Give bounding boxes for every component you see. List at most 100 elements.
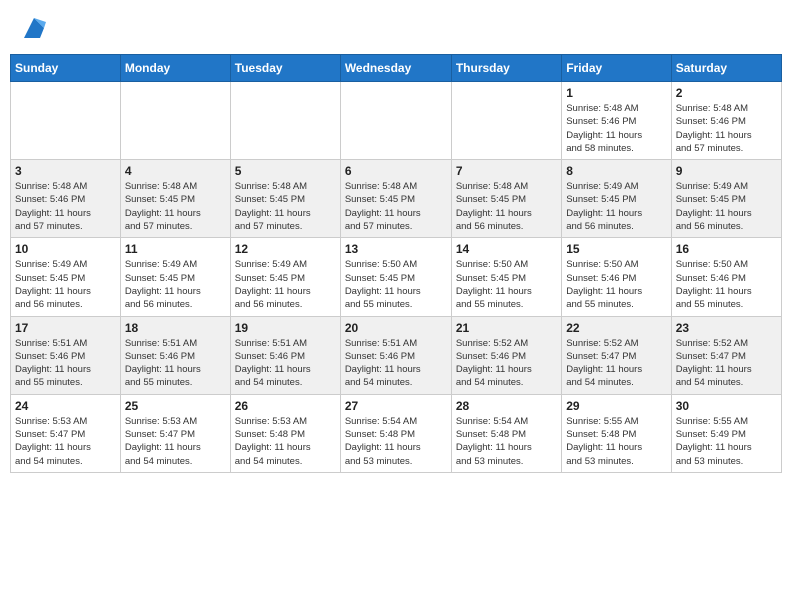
weekday-header-monday: Monday (120, 55, 230, 82)
day-number: 19 (235, 321, 336, 335)
day-info: Sunrise: 5:49 AM Sunset: 5:45 PM Dayligh… (15, 258, 116, 311)
calendar-cell (120, 82, 230, 160)
day-info: Sunrise: 5:52 AM Sunset: 5:46 PM Dayligh… (456, 337, 557, 390)
calendar-cell: 10 Sunrise: 5:49 AM Sunset: 5:45 PM Dayli… (11, 238, 121, 316)
calendar-cell: 25 Sunrise: 5:53 AM Sunset: 5:47 PM Dayli… (120, 394, 230, 472)
calendar-cell: 30 Sunrise: 5:55 AM Sunset: 5:49 PM Dayli… (671, 394, 781, 472)
weekday-header-row: SundayMondayTuesdayWednesdayThursdayFrid… (11, 55, 782, 82)
weekday-header-thursday: Thursday (451, 55, 561, 82)
day-info: Sunrise: 5:48 AM Sunset: 5:45 PM Dayligh… (456, 180, 557, 233)
day-number: 20 (345, 321, 447, 335)
day-number: 8 (566, 164, 666, 178)
weekday-header-friday: Friday (562, 55, 671, 82)
calendar-cell: 8 Sunrise: 5:49 AM Sunset: 5:45 PM Daylig… (562, 160, 671, 238)
calendar-cell: 17 Sunrise: 5:51 AM Sunset: 5:46 PM Dayli… (11, 316, 121, 394)
day-info: Sunrise: 5:50 AM Sunset: 5:46 PM Dayligh… (676, 258, 777, 311)
day-number: 28 (456, 399, 557, 413)
calendar-cell (11, 82, 121, 160)
page-header (10, 10, 782, 46)
day-info: Sunrise: 5:48 AM Sunset: 5:46 PM Dayligh… (676, 102, 777, 155)
day-number: 27 (345, 399, 447, 413)
day-info: Sunrise: 5:48 AM Sunset: 5:46 PM Dayligh… (566, 102, 666, 155)
day-info: Sunrise: 5:49 AM Sunset: 5:45 PM Dayligh… (566, 180, 666, 233)
calendar-cell: 29 Sunrise: 5:55 AM Sunset: 5:48 PM Dayli… (562, 394, 671, 472)
day-number: 2 (676, 86, 777, 100)
calendar-cell: 11Sunrise: 5:49 AM Sunset: 5:45 PM Dayli… (120, 238, 230, 316)
day-number: 5 (235, 164, 336, 178)
logo (18, 14, 48, 42)
calendar-week-row: 10 Sunrise: 5:49 AM Sunset: 5:45 PM Dayli… (11, 238, 782, 316)
calendar-week-row: 1 Sunrise: 5:48 AM Sunset: 5:46 PM Daylig… (11, 82, 782, 160)
day-info: Sunrise: 5:48 AM Sunset: 5:45 PM Dayligh… (125, 180, 226, 233)
calendar-cell: 21 Sunrise: 5:52 AM Sunset: 5:46 PM Dayli… (451, 316, 561, 394)
day-number: 25 (125, 399, 226, 413)
calendar-cell: 22Sunrise: 5:52 AM Sunset: 5:47 PM Dayli… (562, 316, 671, 394)
day-info: Sunrise: 5:55 AM Sunset: 5:48 PM Dayligh… (566, 415, 666, 468)
calendar-cell (451, 82, 561, 160)
day-number: 16 (676, 242, 777, 256)
day-info: Sunrise: 5:54 AM Sunset: 5:48 PM Dayligh… (456, 415, 557, 468)
day-info: Sunrise: 5:52 AM Sunset: 5:47 PM Dayligh… (676, 337, 777, 390)
day-info: Sunrise: 5:51 AM Sunset: 5:46 PM Dayligh… (345, 337, 447, 390)
calendar-cell: 9 Sunrise: 5:49 AM Sunset: 5:45 PM Daylig… (671, 160, 781, 238)
day-info: Sunrise: 5:48 AM Sunset: 5:45 PM Dayligh… (345, 180, 447, 233)
day-number: 24 (15, 399, 116, 413)
weekday-header-tuesday: Tuesday (230, 55, 340, 82)
weekday-header-saturday: Saturday (671, 55, 781, 82)
calendar-cell: 3Sunrise: 5:48 AM Sunset: 5:46 PM Daylig… (11, 160, 121, 238)
calendar-cell: 7Sunrise: 5:48 AM Sunset: 5:45 PM Daylig… (451, 160, 561, 238)
calendar-week-row: 17 Sunrise: 5:51 AM Sunset: 5:46 PM Dayli… (11, 316, 782, 394)
day-info: Sunrise: 5:53 AM Sunset: 5:47 PM Dayligh… (125, 415, 226, 468)
calendar-cell: 15 Sunrise: 5:50 AM Sunset: 5:46 PM Dayli… (562, 238, 671, 316)
weekday-header-wednesday: Wednesday (340, 55, 451, 82)
day-number: 10 (15, 242, 116, 256)
day-number: 30 (676, 399, 777, 413)
calendar-cell: 23 Sunrise: 5:52 AM Sunset: 5:47 PM Dayli… (671, 316, 781, 394)
day-number: 22 (566, 321, 666, 335)
day-number: 29 (566, 399, 666, 413)
calendar-cell (230, 82, 340, 160)
calendar-cell: 28 Sunrise: 5:54 AM Sunset: 5:48 PM Dayli… (451, 394, 561, 472)
calendar-cell: 13 Sunrise: 5:50 AM Sunset: 5:45 PM Dayli… (340, 238, 451, 316)
calendar-cell: 5Sunrise: 5:48 AM Sunset: 5:45 PM Daylig… (230, 160, 340, 238)
day-info: Sunrise: 5:50 AM Sunset: 5:45 PM Dayligh… (345, 258, 447, 311)
day-number: 13 (345, 242, 447, 256)
day-info: Sunrise: 5:53 AM Sunset: 5:47 PM Dayligh… (15, 415, 116, 468)
calendar-week-row: 3Sunrise: 5:48 AM Sunset: 5:46 PM Daylig… (11, 160, 782, 238)
day-info: Sunrise: 5:51 AM Sunset: 5:46 PM Dayligh… (125, 337, 226, 390)
calendar-cell: 18 Sunrise: 5:51 AM Sunset: 5:46 PM Dayli… (120, 316, 230, 394)
day-number: 18 (125, 321, 226, 335)
day-info: Sunrise: 5:55 AM Sunset: 5:49 PM Dayligh… (676, 415, 777, 468)
calendar-cell: 27 Sunrise: 5:54 AM Sunset: 5:48 PM Dayli… (340, 394, 451, 472)
calendar-cell: 14Sunrise: 5:50 AM Sunset: 5:45 PM Dayli… (451, 238, 561, 316)
day-number: 1 (566, 86, 666, 100)
day-number: 9 (676, 164, 777, 178)
day-info: Sunrise: 5:51 AM Sunset: 5:46 PM Dayligh… (235, 337, 336, 390)
day-number: 12 (235, 242, 336, 256)
day-info: Sunrise: 5:49 AM Sunset: 5:45 PM Dayligh… (125, 258, 226, 311)
calendar-cell: 26 Sunrise: 5:53 AM Sunset: 5:48 PM Dayli… (230, 394, 340, 472)
calendar-cell: 2 Sunrise: 5:48 AM Sunset: 5:46 PM Daylig… (671, 82, 781, 160)
day-info: Sunrise: 5:49 AM Sunset: 5:45 PM Dayligh… (676, 180, 777, 233)
calendar-cell: 19 Sunrise: 5:51 AM Sunset: 5:46 PM Dayli… (230, 316, 340, 394)
calendar-cell: 1 Sunrise: 5:48 AM Sunset: 5:46 PM Daylig… (562, 82, 671, 160)
day-number: 6 (345, 164, 447, 178)
day-info: Sunrise: 5:51 AM Sunset: 5:46 PM Dayligh… (15, 337, 116, 390)
day-number: 15 (566, 242, 666, 256)
calendar-cell: 16 Sunrise: 5:50 AM Sunset: 5:46 PM Dayli… (671, 238, 781, 316)
calendar-cell (340, 82, 451, 160)
day-info: Sunrise: 5:54 AM Sunset: 5:48 PM Dayligh… (345, 415, 447, 468)
day-number: 17 (15, 321, 116, 335)
calendar-cell: 6 Sunrise: 5:48 AM Sunset: 5:45 PM Daylig… (340, 160, 451, 238)
calendar-cell: 20 Sunrise: 5:51 AM Sunset: 5:46 PM Dayli… (340, 316, 451, 394)
day-number: 21 (456, 321, 557, 335)
day-number: 3 (15, 164, 116, 178)
day-info: Sunrise: 5:53 AM Sunset: 5:48 PM Dayligh… (235, 415, 336, 468)
day-number: 26 (235, 399, 336, 413)
calendar-week-row: 24 Sunrise: 5:53 AM Sunset: 5:47 PM Dayli… (11, 394, 782, 472)
day-number: 23 (676, 321, 777, 335)
day-number: 14 (456, 242, 557, 256)
day-info: Sunrise: 5:50 AM Sunset: 5:46 PM Dayligh… (566, 258, 666, 311)
calendar-cell: 12Sunrise: 5:49 AM Sunset: 5:45 PM Dayli… (230, 238, 340, 316)
calendar-table: SundayMondayTuesdayWednesdayThursdayFrid… (10, 54, 782, 473)
